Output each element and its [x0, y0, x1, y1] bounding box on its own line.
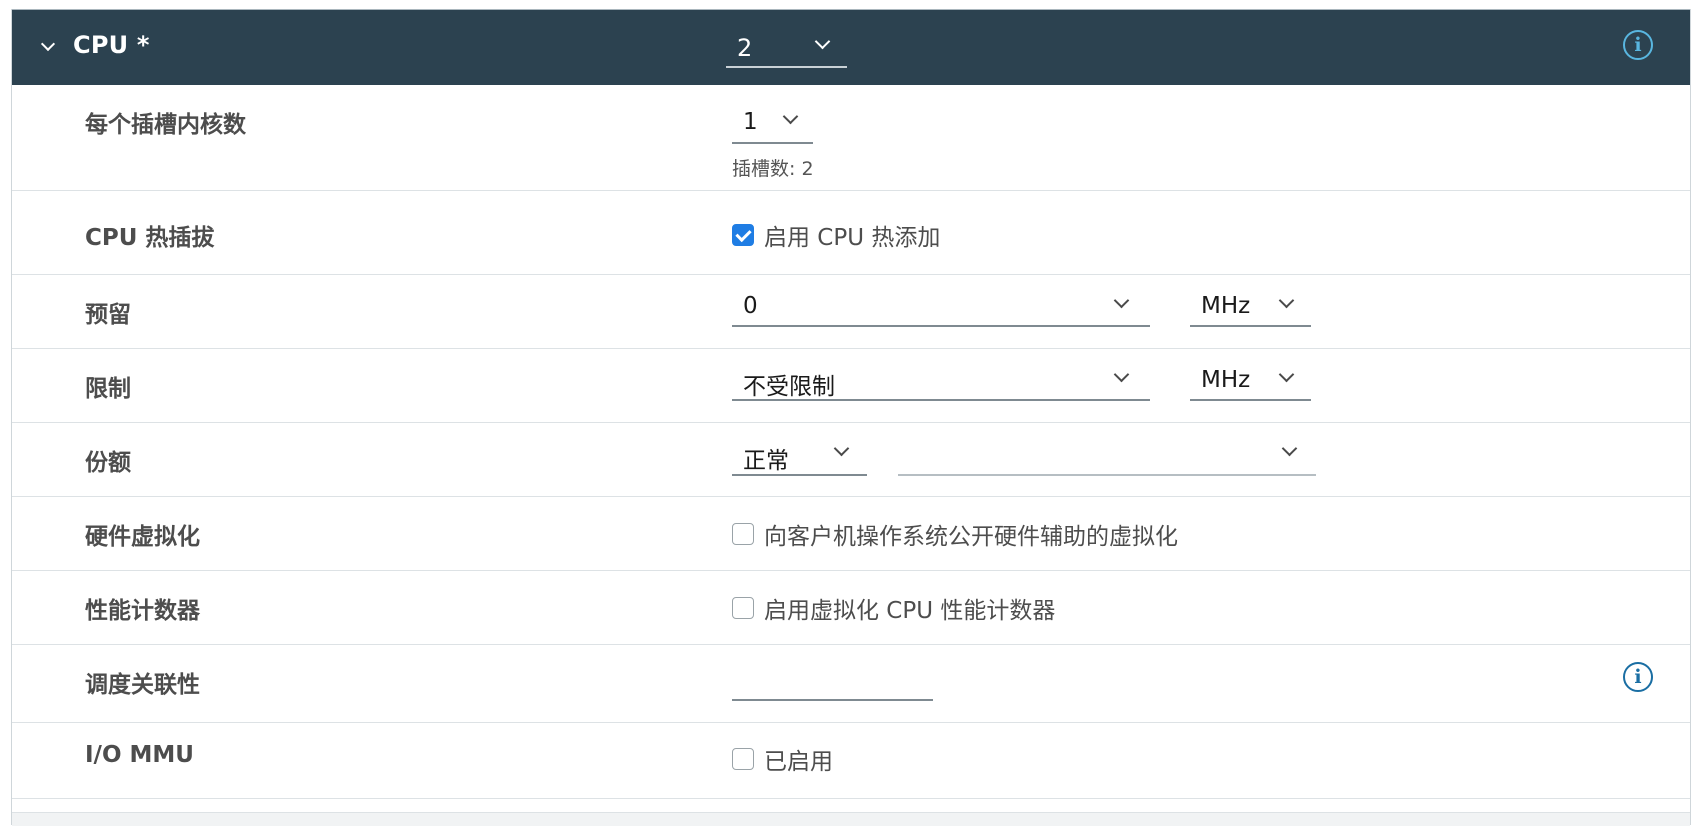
chevron-down-icon	[814, 33, 831, 50]
limit-value: 不受限制	[743, 374, 835, 400]
io-mmu-checkbox[interactable]	[732, 748, 754, 770]
hardware-virtualization-row: 硬件虚拟化 向客户机操作系统公开硬件辅助的虚拟化	[12, 497, 1690, 571]
shares-level-select[interactable]: 正常	[732, 429, 867, 476]
limit-unit-value: MHz	[1201, 367, 1251, 393]
cpu-hot-add-checkbox[interactable]	[732, 224, 754, 246]
cpu-settings-panel: CPU * 2 i 每个插槽内核数 1 插槽数: 2 CPU 热插拔 启用 CP…	[11, 9, 1691, 826]
reservation-unit-select[interactable]: MHz	[1190, 281, 1311, 327]
cpu-hot-add-label: 启用 CPU 热添加	[764, 225, 941, 251]
performance-counters-label: 性能计数器	[85, 598, 200, 624]
reservation-label: 预留	[85, 302, 131, 328]
cores-per-socket-row: 每个插槽内核数 1 插槽数: 2	[12, 85, 1690, 191]
cpu-hot-plug-label: CPU 热插拔	[85, 225, 215, 251]
cores-per-socket-value: 1	[743, 109, 758, 135]
chevron-down-icon	[833, 440, 850, 457]
scheduling-affinity-label: 调度关联性	[85, 672, 200, 698]
io-mmu-checkbox-label: 已启用	[764, 749, 833, 775]
cpu-section-header[interactable]: CPU * 2 i	[12, 9, 1690, 85]
hardware-virtualization-label: 硬件虚拟化	[85, 524, 200, 550]
cores-per-socket-label: 每个插槽内核数	[85, 112, 246, 138]
info-icon[interactable]: i	[1623, 662, 1653, 692]
performance-counters-checkbox[interactable]	[732, 597, 754, 619]
limit-select[interactable]: 不受限制	[732, 355, 1150, 401]
reservation-value: 0	[743, 293, 758, 319]
chevron-down-icon	[1113, 292, 1130, 309]
hardware-virtualization-checkbox[interactable]	[732, 523, 754, 545]
io-mmu-row: I/O MMU 已启用	[12, 723, 1690, 799]
chevron-down-icon	[782, 108, 799, 125]
hardware-virtualization-checkbox-label: 向客户机操作系统公开硬件辅助的虚拟化	[764, 524, 1178, 550]
limit-unit-select[interactable]: MHz	[1190, 355, 1311, 401]
shares-label: 份额	[85, 450, 131, 476]
shares-row: 份额 正常	[12, 423, 1690, 497]
chevron-down-icon	[1278, 292, 1295, 309]
collapse-chevron-icon[interactable]	[40, 36, 56, 52]
reservation-unit-value: MHz	[1201, 293, 1251, 319]
scheduling-affinity-input[interactable]	[732, 655, 933, 701]
chevron-down-icon	[1113, 366, 1130, 383]
scheduling-affinity-row: 调度关联性 i	[12, 645, 1690, 723]
section-title: CPU *	[73, 31, 150, 59]
limit-label: 限制	[85, 376, 131, 402]
reservation-select[interactable]: 0	[732, 281, 1150, 327]
chevron-down-icon	[1281, 440, 1298, 457]
performance-counters-row: 性能计数器 启用虚拟化 CPU 性能计数器	[12, 571, 1690, 645]
limit-row: 限制 不受限制 MHz	[12, 349, 1690, 423]
cpu-count-select[interactable]: 2	[726, 22, 847, 68]
shares-value-select[interactable]	[898, 429, 1316, 476]
performance-counters-checkbox-label: 启用虚拟化 CPU 性能计数器	[764, 598, 1056, 624]
cpu-hot-plug-row: CPU 热插拔 启用 CPU 热添加	[12, 191, 1690, 275]
shares-level-value: 正常	[743, 448, 789, 474]
chevron-down-icon	[1278, 366, 1295, 383]
panel-footer-strip	[12, 812, 1690, 826]
info-icon[interactable]: i	[1623, 30, 1653, 60]
io-mmu-label: I/O MMU	[85, 742, 194, 768]
cores-per-socket-select[interactable]: 1	[732, 97, 813, 144]
socket-count-helper: 插槽数: 2	[732, 158, 814, 180]
cpu-count-value: 2	[737, 34, 753, 62]
reservation-row: 预留 0 MHz	[12, 275, 1690, 349]
